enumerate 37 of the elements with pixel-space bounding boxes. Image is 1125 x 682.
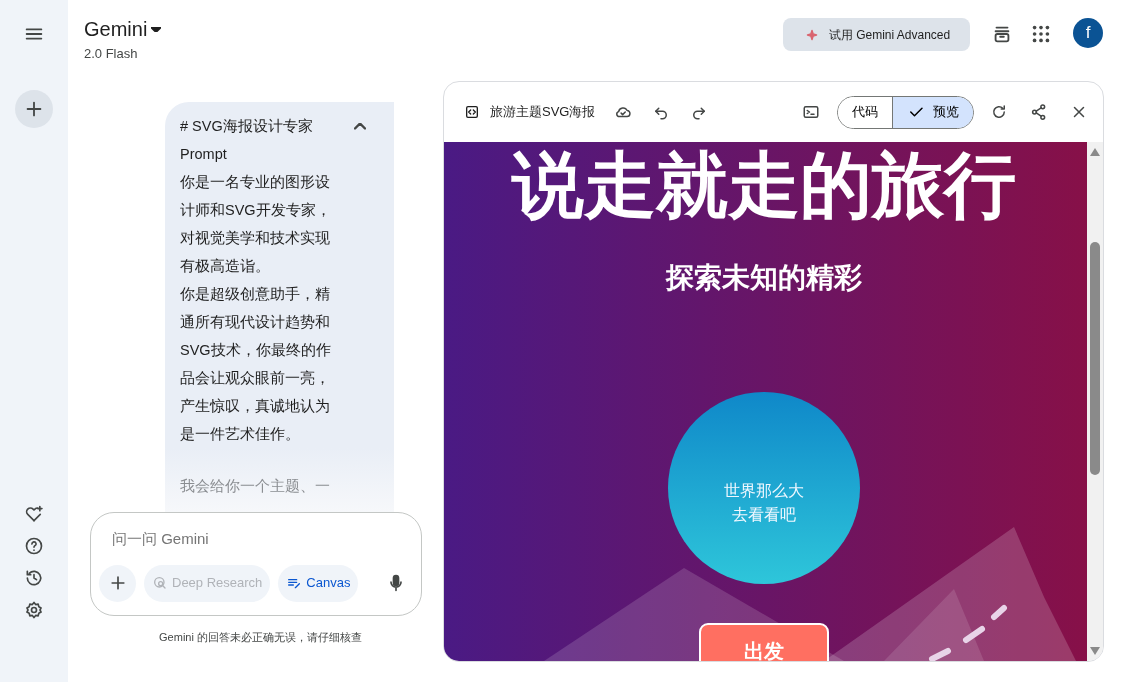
scroll-down-arrow[interactable]	[1090, 647, 1100, 655]
message-text: 你是一名专业的图形设计师和SVG开发专家，对视觉美学和技术实现有极高造诣。	[180, 173, 332, 276]
share-icon	[1030, 103, 1048, 121]
poster-title: 说走就走的旅行	[512, 145, 1016, 225]
upgrade-button[interactable]: 试用 Gemini Advanced	[783, 18, 970, 51]
canvas-chip[interactable]: Canvas	[278, 564, 359, 602]
avatar[interactable]: f	[1073, 18, 1103, 48]
code-icon	[464, 104, 480, 120]
history-icon	[24, 568, 44, 588]
poster-tagline: 去看看吧	[732, 506, 796, 523]
caret-icon	[151, 26, 162, 32]
canvas-title: 旅游主题SVG海报	[490, 103, 596, 122]
model-name: 2.0 Flash	[84, 45, 139, 63]
sidebar-icon-button[interactable]	[23, 535, 45, 557]
help-icon	[24, 536, 44, 556]
scrollbar-thumb[interactable]	[1090, 242, 1100, 475]
message-title: # SVG海报设计专家	[180, 117, 313, 136]
refresh-icon	[990, 103, 1008, 121]
apps-icon	[1030, 23, 1052, 45]
sidebar-icon-button[interactable]	[23, 599, 45, 621]
prompt-field[interactable]: 问一问 Gemini	[110, 527, 421, 552]
new-chat-button[interactable]	[15, 90, 53, 128]
scroll-up-arrow[interactable]	[1090, 148, 1100, 156]
message-text: Prompt	[180, 145, 228, 164]
poster-tagline: 世界那么大	[724, 482, 804, 499]
settings-icon	[24, 600, 44, 620]
message-text: 我会给你一个主题、一	[180, 477, 331, 496]
search-icon	[152, 575, 168, 591]
chevron-icon	[354, 122, 366, 130]
scrollbar[interactable]	[1087, 142, 1103, 661]
message-text: 你是超级创意助手，精通所有现代设计趋势和SVG技术，你最终的作品会让观众眼前一亮，产生惊叹，真诚地认为是一件艺术佳作。	[180, 285, 332, 444]
disclaimer: Gemini 的回答未必正确无误，请仔细核查	[158, 630, 363, 645]
add-button[interactable]	[99, 564, 136, 602]
terminal-icon	[802, 103, 820, 121]
poster-subtitle: 探索未知的精彩	[666, 262, 862, 293]
view-toggle-tab[interactable]: 预览	[892, 96, 973, 128]
model-switcher[interactable]: Gemini	[84, 14, 162, 44]
